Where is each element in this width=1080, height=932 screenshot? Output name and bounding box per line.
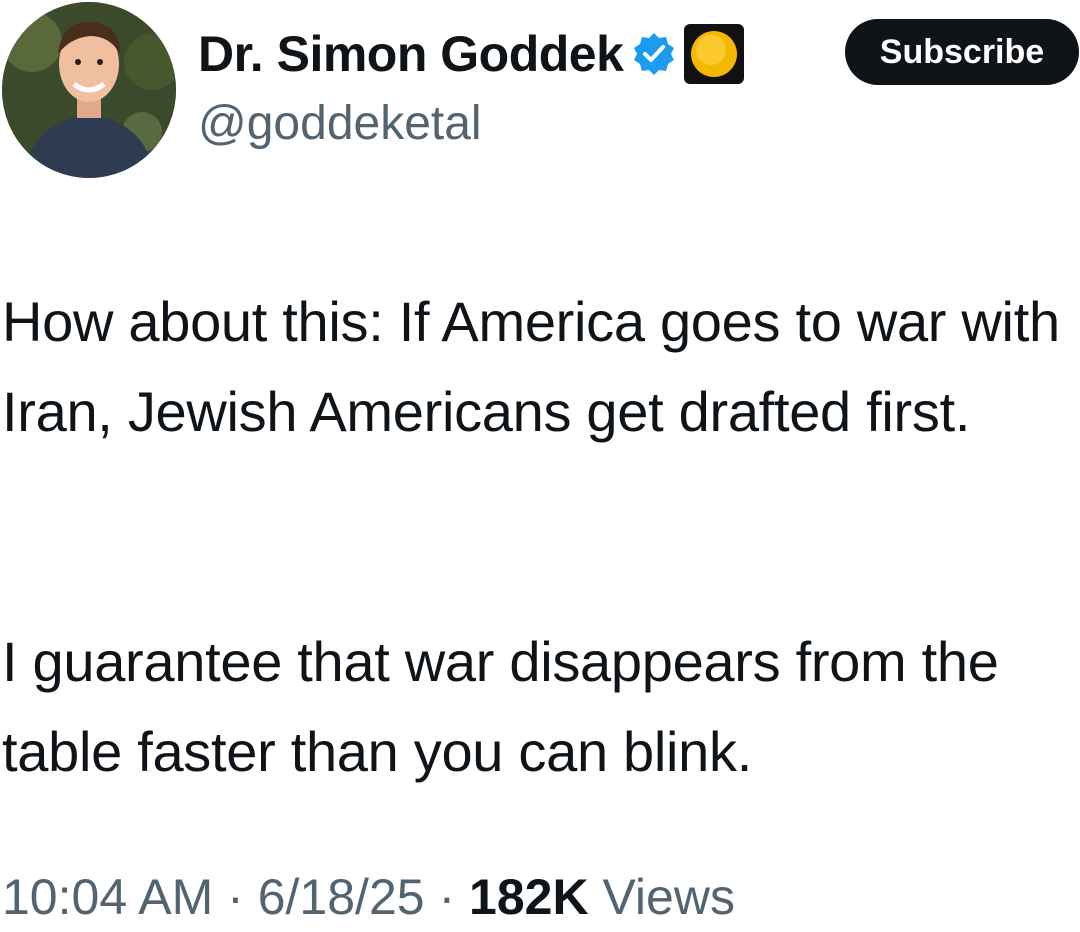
author-name-row: Dr. Simon Goddek [198,22,745,86]
author-avatar[interactable] [2,2,176,178]
author-display-name[interactable]: Dr. Simon Goddek [198,29,624,79]
tweet-date[interactable]: 6/18/25 [258,869,425,925]
tweet-text-paragraph-2: I guarantee that war disappears from the… [2,630,999,783]
verified-badge-icon [631,31,677,77]
affiliate-badge-icon[interactable] [683,23,745,85]
meta-separator: · [227,869,244,925]
tweet-meta: 10:04 AM · 6/18/25 · 182K Views [2,872,735,922]
tweet-time[interactable]: 10:04 AM [2,869,213,925]
views-label: Views [602,869,735,925]
meta-separator: · [438,869,456,925]
tweet-card: Dr. Simon Goddek @goddeketal Subscribe H… [0,0,1080,932]
author-handle[interactable]: @goddeketal [198,100,482,148]
subscribe-button[interactable]: Subscribe [845,19,1079,85]
tweet-text-paragraph-1: How about this: If America goes to war w… [2,290,1060,443]
views-count: 182K [469,869,589,925]
avatar-photo [2,2,176,178]
